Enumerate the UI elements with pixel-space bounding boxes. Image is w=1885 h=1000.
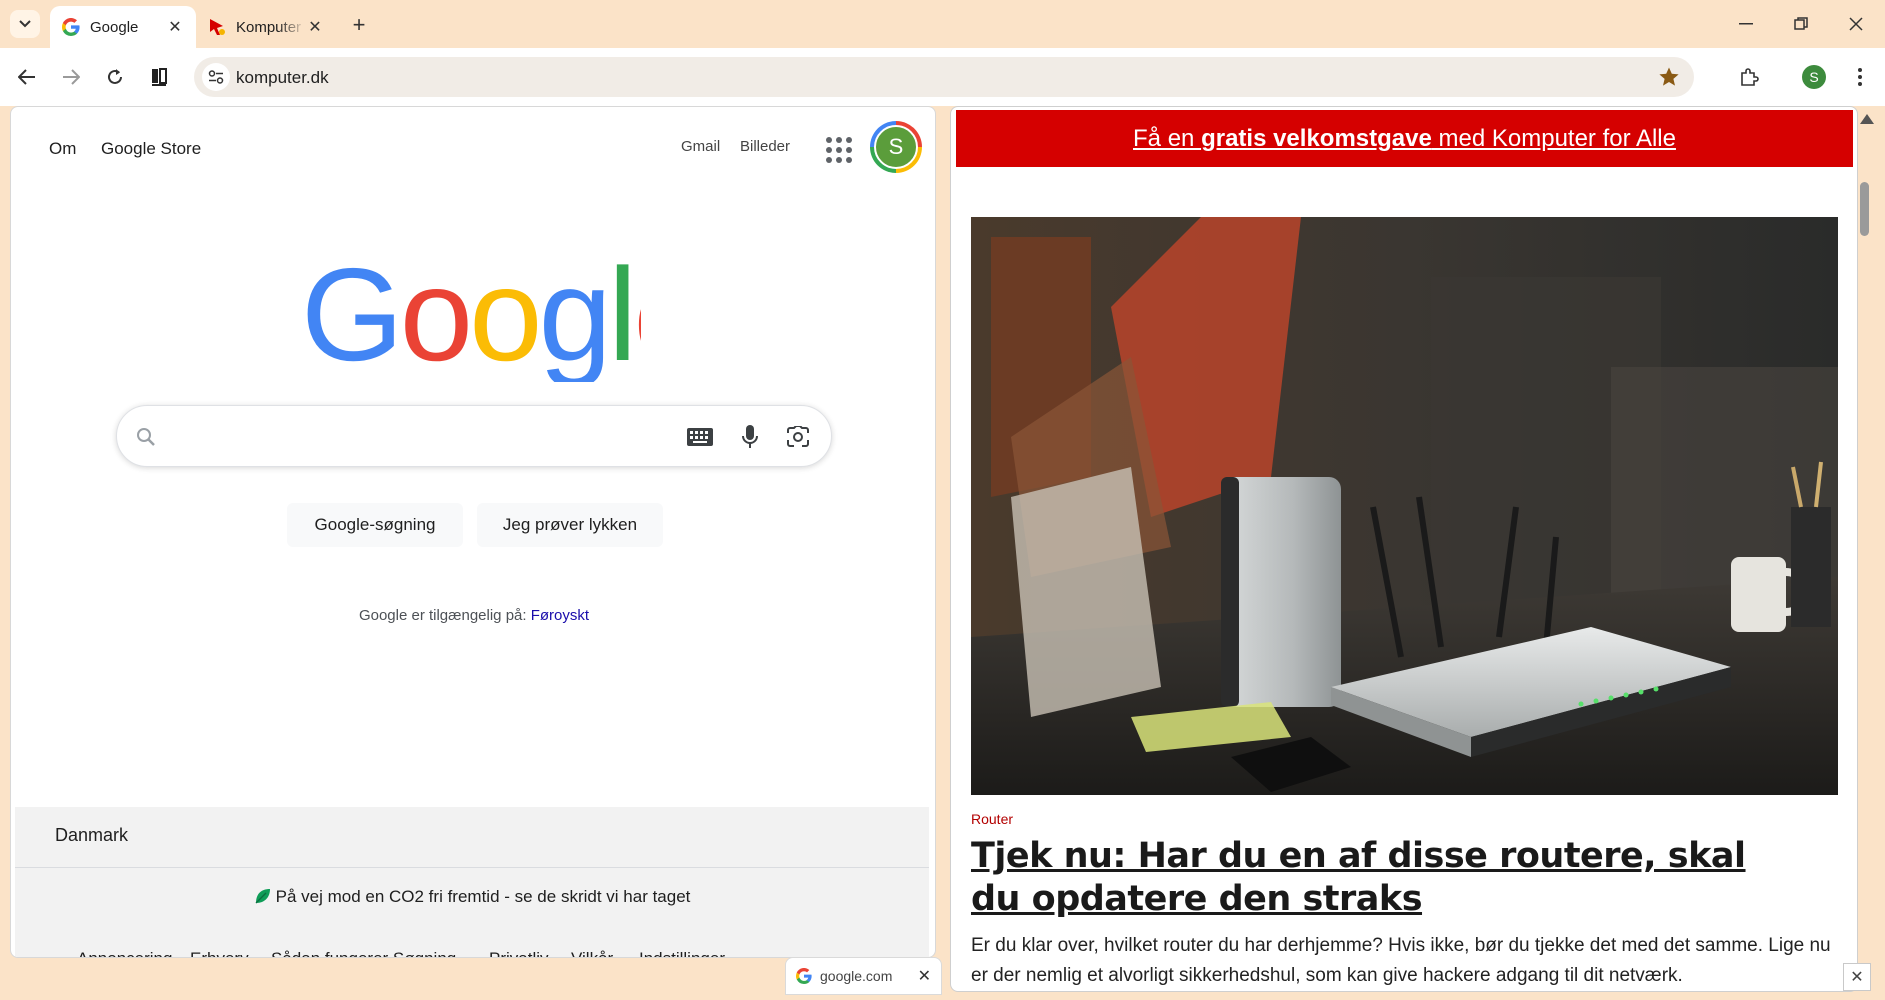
feeling-lucky-button[interactable]: Jeg prøver lykken (477, 503, 663, 547)
microphone-icon[interactable] (737, 424, 763, 450)
lens-camera-icon[interactable] (785, 424, 811, 450)
restore-icon[interactable] (1788, 12, 1814, 36)
router-photo (971, 217, 1838, 795)
avatar-initial: S (874, 125, 918, 169)
tab-strip: Google ✕ Komputer ✕ + (0, 0, 1885, 48)
omnibox-url[interactable]: komputer.dk (236, 68, 329, 88)
gmail-link[interactable]: Gmail (681, 138, 720, 155)
extensions-icon[interactable] (1735, 63, 1763, 91)
status-close-icon[interactable]: ✕ (918, 966, 931, 986)
footer-link-terms[interactable]: Vilkår (571, 949, 613, 957)
bookmark-star-icon[interactable] (1658, 66, 1680, 88)
tab-title: Komputer (236, 18, 302, 36)
komputer-pane: Få en gratis velkomstgave med Komputer f… (950, 106, 1858, 992)
google-g-icon (62, 18, 80, 36)
tab-close-icon[interactable]: ✕ (166, 18, 184, 36)
komputer-icon (210, 19, 225, 35)
tab-close-icon[interactable]: ✕ (306, 18, 324, 36)
account-avatar[interactable]: S (870, 121, 922, 173)
footer-link-privacy[interactable]: Privatliv (489, 949, 549, 957)
toolbar: komputer.dk (0, 48, 1885, 106)
language-link-faroese[interactable]: Føroyskt (531, 607, 589, 624)
search-input[interactable] (116, 405, 832, 467)
tab-search-button[interactable] (10, 10, 40, 38)
footer-link-business[interactable]: Erhverv (190, 949, 249, 957)
close-icon[interactable] (1843, 12, 1869, 36)
status-url: google.com (820, 968, 893, 984)
footer-link-advertising[interactable]: Annoncering (77, 949, 172, 957)
menu-kebab-icon[interactable] (1846, 63, 1874, 91)
footer-link-how-search-works[interactable]: Sådan fungerer Søgning (271, 949, 456, 957)
footer-country: Danmark (55, 825, 129, 845)
promo-banner-text-pre: Få en (1133, 124, 1202, 152)
google-apps-icon[interactable] (826, 137, 852, 163)
link-status-bubble: google.com ✕ (785, 957, 942, 995)
about-link[interactable]: Om (49, 139, 76, 159)
images-link[interactable]: Billeder (740, 138, 790, 155)
reload-icon[interactable] (101, 63, 129, 91)
forward-icon[interactable] (57, 63, 85, 91)
google-footer: Danmark På vej mod en CO2 fri fremtid - … (15, 807, 929, 957)
article-hero-image[interactable] (971, 217, 1838, 795)
google-search-button[interactable]: Google-søgning (287, 503, 463, 547)
google-logo: Google (301, 252, 641, 382)
minimize-icon[interactable] (1733, 12, 1759, 36)
tab-google[interactable]: Google ✕ (50, 6, 196, 48)
new-tab-button[interactable]: + (346, 12, 372, 38)
leaf-icon (255, 889, 270, 904)
article-excerpt: Er du klar over, hvilket router du har d… (971, 935, 1831, 986)
footer-co2-text: På vej mod en CO2 fri fremtid - se de sk… (275, 887, 691, 906)
scroll-thumb[interactable] (1860, 182, 1869, 236)
site-info-icon[interactable] (202, 63, 230, 91)
promo-banner-link[interactable]: Få en gratis velkomstgave med Komputer f… (956, 110, 1853, 167)
language-offer: Google er tilgængelig på: Føroyskt (11, 607, 935, 624)
profile-avatar[interactable]: S (1802, 65, 1826, 89)
keyboard-icon[interactable] (687, 424, 713, 450)
svg-text:Google: Google (301, 252, 641, 382)
footer-link-settings[interactable]: Indstillinger (639, 949, 725, 957)
promo-banner-text-bold: gratis velkomstgave (1201, 124, 1432, 152)
right-pane-scrollbar[interactable] (1856, 106, 1878, 992)
omnibox[interactable]: komputer.dk (194, 57, 1694, 97)
google-g-icon (796, 968, 812, 984)
article-title-link[interactable]: Tjek nu: Har du en af disse routere, ska… (971, 835, 1751, 921)
tab-title: Google (90, 18, 139, 36)
back-icon[interactable] (13, 63, 41, 91)
article-category-tag[interactable]: Router (971, 811, 1013, 827)
tab-komputer[interactable]: Komputer ✕ (196, 6, 336, 48)
search-icon (133, 424, 159, 450)
footer-co2-link[interactable]: På vej mod en CO2 fri fremtid - se de sk… (15, 887, 929, 907)
promo-banner-text-post: med Komputer for Alle (1431, 124, 1676, 152)
pane-close-icon[interactable]: ✕ (1843, 963, 1871, 991)
split-view-icon[interactable] (145, 63, 173, 91)
google-pane: Om Google Store Gmail Billeder S Google … (10, 106, 936, 958)
google-store-link[interactable]: Google Store (101, 139, 201, 159)
footer-divider (15, 867, 929, 868)
chevron-down-icon (19, 20, 31, 28)
language-offer-prefix: Google er tilgængelig på: (358, 607, 527, 624)
scroll-up-arrow-icon[interactable] (1860, 114, 1874, 124)
